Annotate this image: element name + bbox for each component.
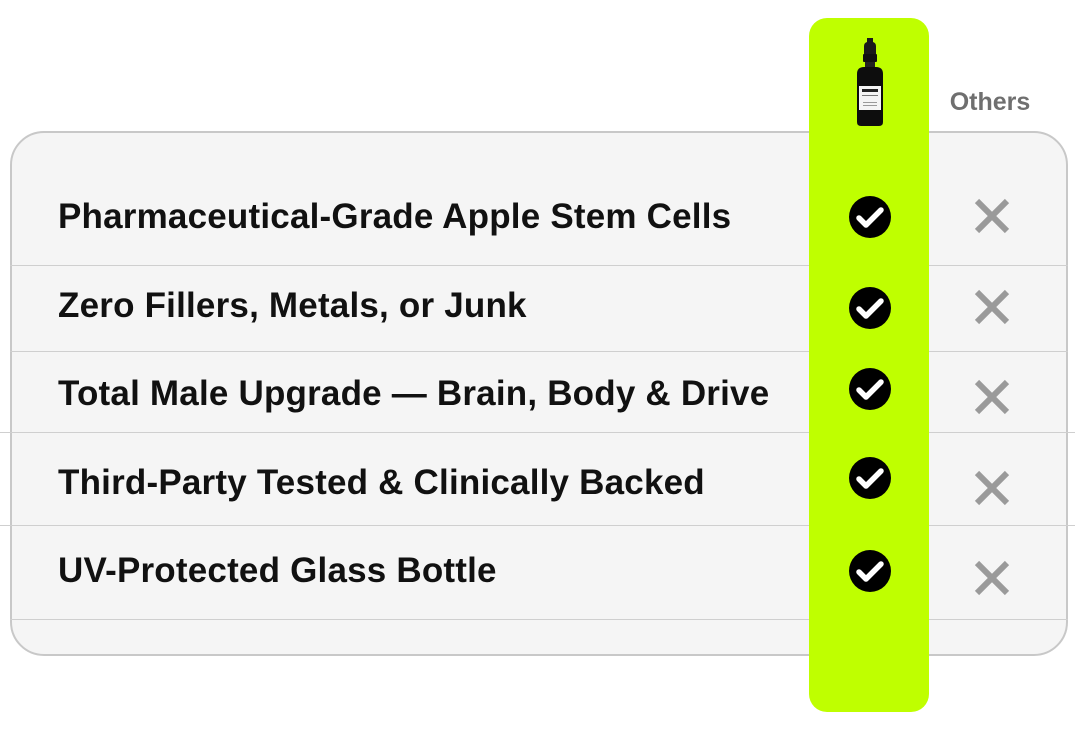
cross-icon [974,560,1010,596]
row-divider [929,351,1068,352]
cross-icon [974,379,1010,415]
check-icon [849,368,891,410]
cross-icon [974,470,1010,506]
row-divider [10,619,810,620]
row-label: Pharmaceutical-Grade Apple Stem Cells [58,197,732,236]
check-icon [849,196,891,238]
dropper-bottle-icon [857,38,883,126]
row-divider [0,432,810,433]
row-divider [0,525,810,526]
row-label: Zero Fillers, Metals, or Junk [58,286,527,325]
row-divider [929,619,1068,620]
row-label: Total Male Upgrade — Brain, Body & Drive [58,374,770,413]
row-divider [929,525,1075,526]
row-label: UV-Protected Glass Bottle [58,551,497,590]
check-icon [849,287,891,329]
row-divider [10,265,810,266]
cross-icon [974,289,1010,325]
row-label: Third-Party Tested & Clinically Backed [58,463,705,502]
check-icon [849,457,891,499]
row-divider [929,432,1075,433]
row-divider [10,351,810,352]
check-icon [849,550,891,592]
comparison-graphic: Others Pharmaceutical-Grade Apple Stem C… [0,0,1080,730]
row-divider [929,265,1068,266]
cross-icon [974,198,1010,234]
others-column-header: Others [949,88,1031,116]
